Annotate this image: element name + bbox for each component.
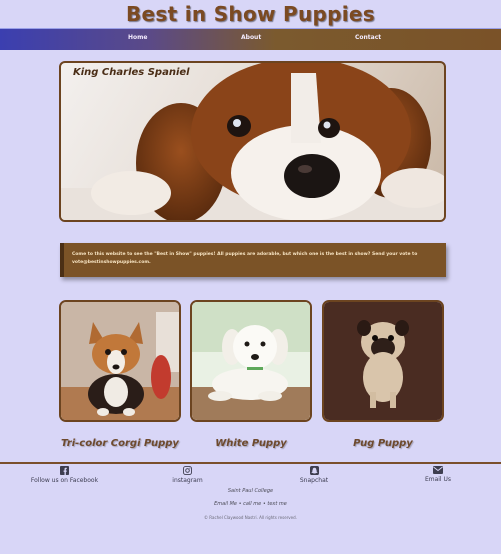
facebook-link[interactable]: Follow us on Facebook	[22, 466, 107, 484]
email-link[interactable]: Email Us	[413, 466, 463, 483]
white-puppy-illustration	[192, 302, 310, 420]
nav-bar: Home About Contact	[0, 28, 501, 50]
message-box: Come to this website to see the "Best in…	[60, 243, 446, 277]
footer-school: Saint Paul College	[227, 488, 274, 494]
card-white-puppy-image	[190, 300, 312, 422]
email-label: Email Us	[424, 476, 452, 483]
card-pug-image	[322, 300, 444, 422]
nav-contact[interactable]: Contact	[355, 34, 381, 41]
snapchat-link[interactable]: Snapchat	[289, 466, 339, 484]
facebook-label: Follow us on Facebook	[30, 477, 99, 484]
hero-caption: King Charles Spaniel	[73, 67, 190, 78]
spaniel-illustration	[61, 63, 444, 220]
card-title-white-puppy: White Puppy	[215, 438, 287, 449]
pug-illustration	[324, 302, 442, 420]
email-icon	[433, 466, 443, 474]
footer-copyright: © Rachel Claywood Nastri. All rights res…	[204, 515, 297, 520]
instagram-link[interactable]: instagram	[160, 466, 215, 484]
site-title: Best in Show Puppies	[126, 2, 375, 26]
card-title-pug: Pug Puppy	[353, 438, 413, 449]
nav-about[interactable]: About	[241, 34, 261, 41]
hero-image: King Charles Spaniel	[59, 61, 446, 222]
nav-home[interactable]: Home	[128, 34, 147, 41]
corgi-illustration	[61, 302, 179, 420]
footer-contact-line: Email Me • call me • text me	[214, 501, 287, 507]
instagram-label: instagram	[172, 477, 203, 484]
card-title-corgi: Tri-color Corgi Puppy	[61, 438, 179, 449]
footer-divider	[0, 462, 501, 464]
facebook-icon	[60, 466, 69, 475]
snapchat-icon	[309, 466, 319, 475]
message-text: Come to this website to see the "Best in…	[72, 252, 418, 265]
instagram-icon	[183, 466, 192, 475]
card-corgi-image	[59, 300, 181, 422]
site-header: Best in Show Puppies	[0, 0, 501, 28]
snapchat-label: Snapchat	[299, 477, 329, 484]
